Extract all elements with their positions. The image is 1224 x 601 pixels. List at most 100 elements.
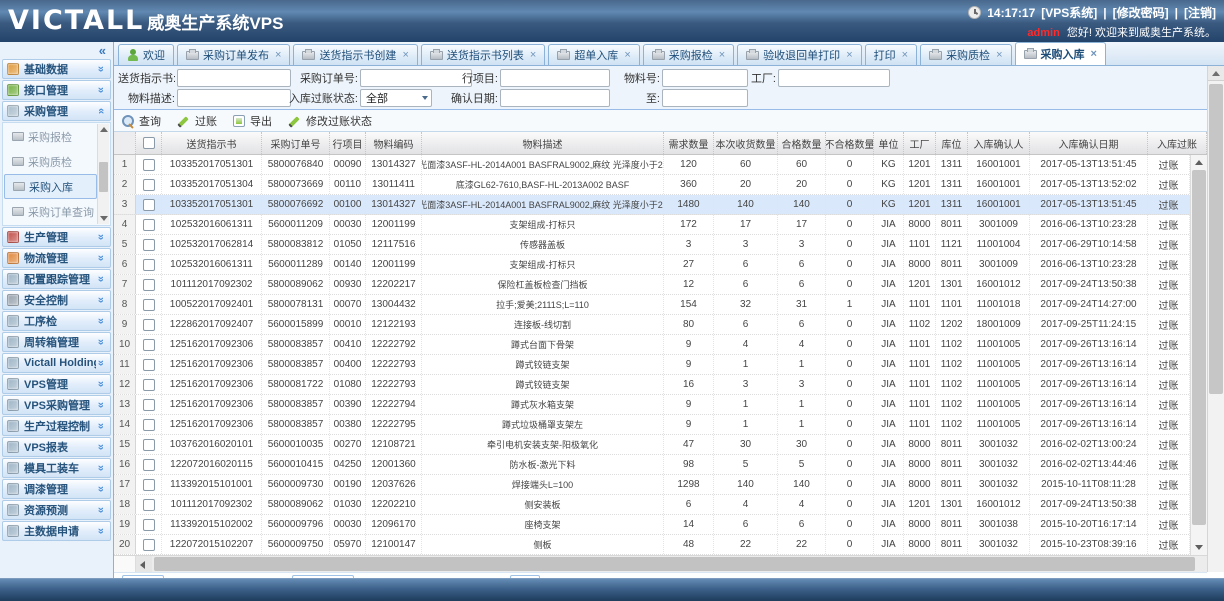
chevron-down-icon[interactable]: « [95,85,107,95]
scroll-down-arrow-icon[interactable] [1195,545,1203,550]
row-checkbox[interactable] [143,319,155,331]
column-header[interactable]: 单位 [874,132,904,154]
table-row[interactable]: 1911339201510200256000097960003012096170… [114,515,1207,535]
column-header[interactable]: 工厂 [904,132,936,154]
table-row[interactable]: 1412516201709230658000838570038012222795… [114,415,1207,435]
chevron-down-icon[interactable]: « [95,526,107,536]
table-row[interactable]: 1711339201510100156000097300019012037626… [114,475,1207,495]
sidebar-group[interactable]: Victall Holding« [2,353,111,373]
sidebar-item[interactable]: 采购订单查询 [4,199,97,224]
table-row[interactable]: 1012516201709230658000838570041012222792… [114,335,1207,355]
close-icon[interactable]: × [624,49,630,61]
column-header[interactable]: 入库过账 [1148,132,1207,154]
search-button[interactable]: 查询 [122,113,161,129]
table-row[interactable]: 610253201606131156000112890014012001199支… [114,255,1207,275]
column-header[interactable]: 合格数量 [778,132,826,154]
tab-item[interactable]: 超单入库× [548,44,639,65]
submenu-scrollbar[interactable] [97,124,109,224]
scrollbar-thumb[interactable] [1192,170,1206,525]
table-row[interactable]: 1312516201709230658000838570039012222794… [114,395,1207,415]
sidebar-group[interactable]: 生产过程控制« [2,416,111,436]
tab-item[interactable]: 送货指示书列表× [421,44,545,65]
column-header[interactable]: 入库确认日期 [1030,132,1148,154]
chevron-down-icon[interactable]: « [95,400,107,410]
table-row[interactable]: 2012207201510220756000097500597012100147… [114,535,1207,555]
row-checkbox[interactable] [143,159,155,171]
chevron-down-icon[interactable]: « [95,316,107,326]
tab-item[interactable]: 验收退回单打印× [737,44,861,65]
sidebar-item-selected[interactable]: 采购入库 [4,174,97,199]
column-header[interactable]: 入库确认人 [968,132,1030,154]
chevron-down-icon[interactable]: « [95,463,107,473]
column-header[interactable]: 物料描述 [422,132,664,154]
table-row[interactable]: 710111201709230258000890620093012202217保… [114,275,1207,295]
sidebar-group[interactable]: VPS采购管理« [2,395,111,415]
row-checkbox[interactable] [143,399,155,411]
column-header[interactable]: 送货指示书 [162,132,262,154]
hscroll-track[interactable] [152,556,1207,572]
table-row[interactable]: 1810111201709230258000890620103012202210… [114,495,1207,515]
filter-input[interactable] [177,89,291,107]
table-row[interactable]: 1112516201709230658000838570040012222793… [114,355,1207,375]
row-checkbox[interactable] [143,299,155,311]
table-row[interactable]: 1212516201709230658000817220108012222793… [114,375,1207,395]
scrollbar-thumb[interactable] [1209,84,1223,394]
filter-input[interactable] [177,69,291,87]
posting-status-select[interactable]: 全部 [360,89,432,107]
sidebar-group[interactable]: VPS报表« [2,437,111,457]
hscroll-thumb[interactable] [154,557,1195,571]
row-checkbox[interactable] [143,419,155,431]
sidebar-item[interactable]: 采购入库单打印 [4,224,97,226]
close-icon[interactable]: × [402,49,408,61]
column-header[interactable]: 不合格数量 [826,132,874,154]
column-header[interactable]: 采购订单号 [262,132,330,154]
close-icon[interactable]: × [846,49,852,61]
column-header[interactable]: 库位 [936,132,968,154]
close-icon[interactable]: × [996,49,1002,61]
sidebar-group[interactable]: 模具工装车« [2,458,111,478]
chevron-down-icon[interactable]: « [95,64,107,74]
scroll-up-arrow-icon[interactable] [1195,160,1203,165]
chevron-down-icon[interactable]: « [95,337,107,347]
tab-item[interactable]: 欢迎 [118,44,174,65]
chevron-down-icon[interactable]: « [95,253,107,263]
chevron-down-icon[interactable]: « [95,379,107,389]
table-row[interactable]: 110335201705130158000768400009013014327亚… [114,155,1207,175]
chevron-down-icon[interactable]: « [95,274,107,284]
close-icon[interactable]: × [275,49,281,61]
close-icon[interactable]: × [530,49,536,61]
pencil-button[interactable]: 修改过账状态 [288,113,372,129]
chevron-down-icon[interactable]: « [95,484,107,494]
tab-item[interactable]: 打印× [865,44,917,65]
table-row[interactable]: 1612207201602011556000104150425012001360… [114,455,1207,475]
chevron-down-icon[interactable]: « [95,232,107,242]
sidebar-item[interactable]: 采购质检 [4,149,97,174]
chevron-up-icon[interactable]: « [95,106,107,116]
row-checkbox[interactable] [143,519,155,531]
row-checkbox[interactable] [143,279,155,291]
logout-link[interactable]: [注销] [1184,4,1216,21]
table-horizontal-scrollbar[interactable] [114,555,1207,572]
table-row[interactable]: 510253201706281458000838120105012117516传… [114,235,1207,255]
filter-input[interactable] [500,89,610,107]
sidebar-item[interactable]: 采购报检 [4,124,97,149]
row-checkbox[interactable] [143,499,155,511]
scroll-up-arrow-icon[interactable] [100,127,108,132]
content-vertical-scrollbar[interactable] [1207,66,1224,572]
close-icon[interactable]: × [719,49,725,61]
sidebar-group[interactable]: 配置跟踪管理« [2,269,111,289]
sidebar-group[interactable]: 接口管理« [2,80,111,100]
column-header[interactable]: 物料编码 [366,132,422,154]
sidebar-group[interactable]: VPS管理« [2,374,111,394]
row-checkbox[interactable] [143,199,155,211]
scroll-down-arrow-icon[interactable] [100,216,108,221]
sidebar-group[interactable]: 主数据申请« [2,521,111,541]
row-checkbox[interactable] [143,219,155,231]
scroll-left-arrow-icon[interactable] [136,556,152,572]
tab-active[interactable]: 采购入库× [1015,42,1106,65]
column-header[interactable]: 本次收货数量 [714,132,778,154]
table-row[interactable]: 210335201705130458000736690011013011411底… [114,175,1207,195]
row-checkbox[interactable] [143,339,155,351]
chevron-down-icon[interactable]: « [95,421,107,431]
table-row[interactable]: 912286201709240756000158990001012122193连… [114,315,1207,335]
